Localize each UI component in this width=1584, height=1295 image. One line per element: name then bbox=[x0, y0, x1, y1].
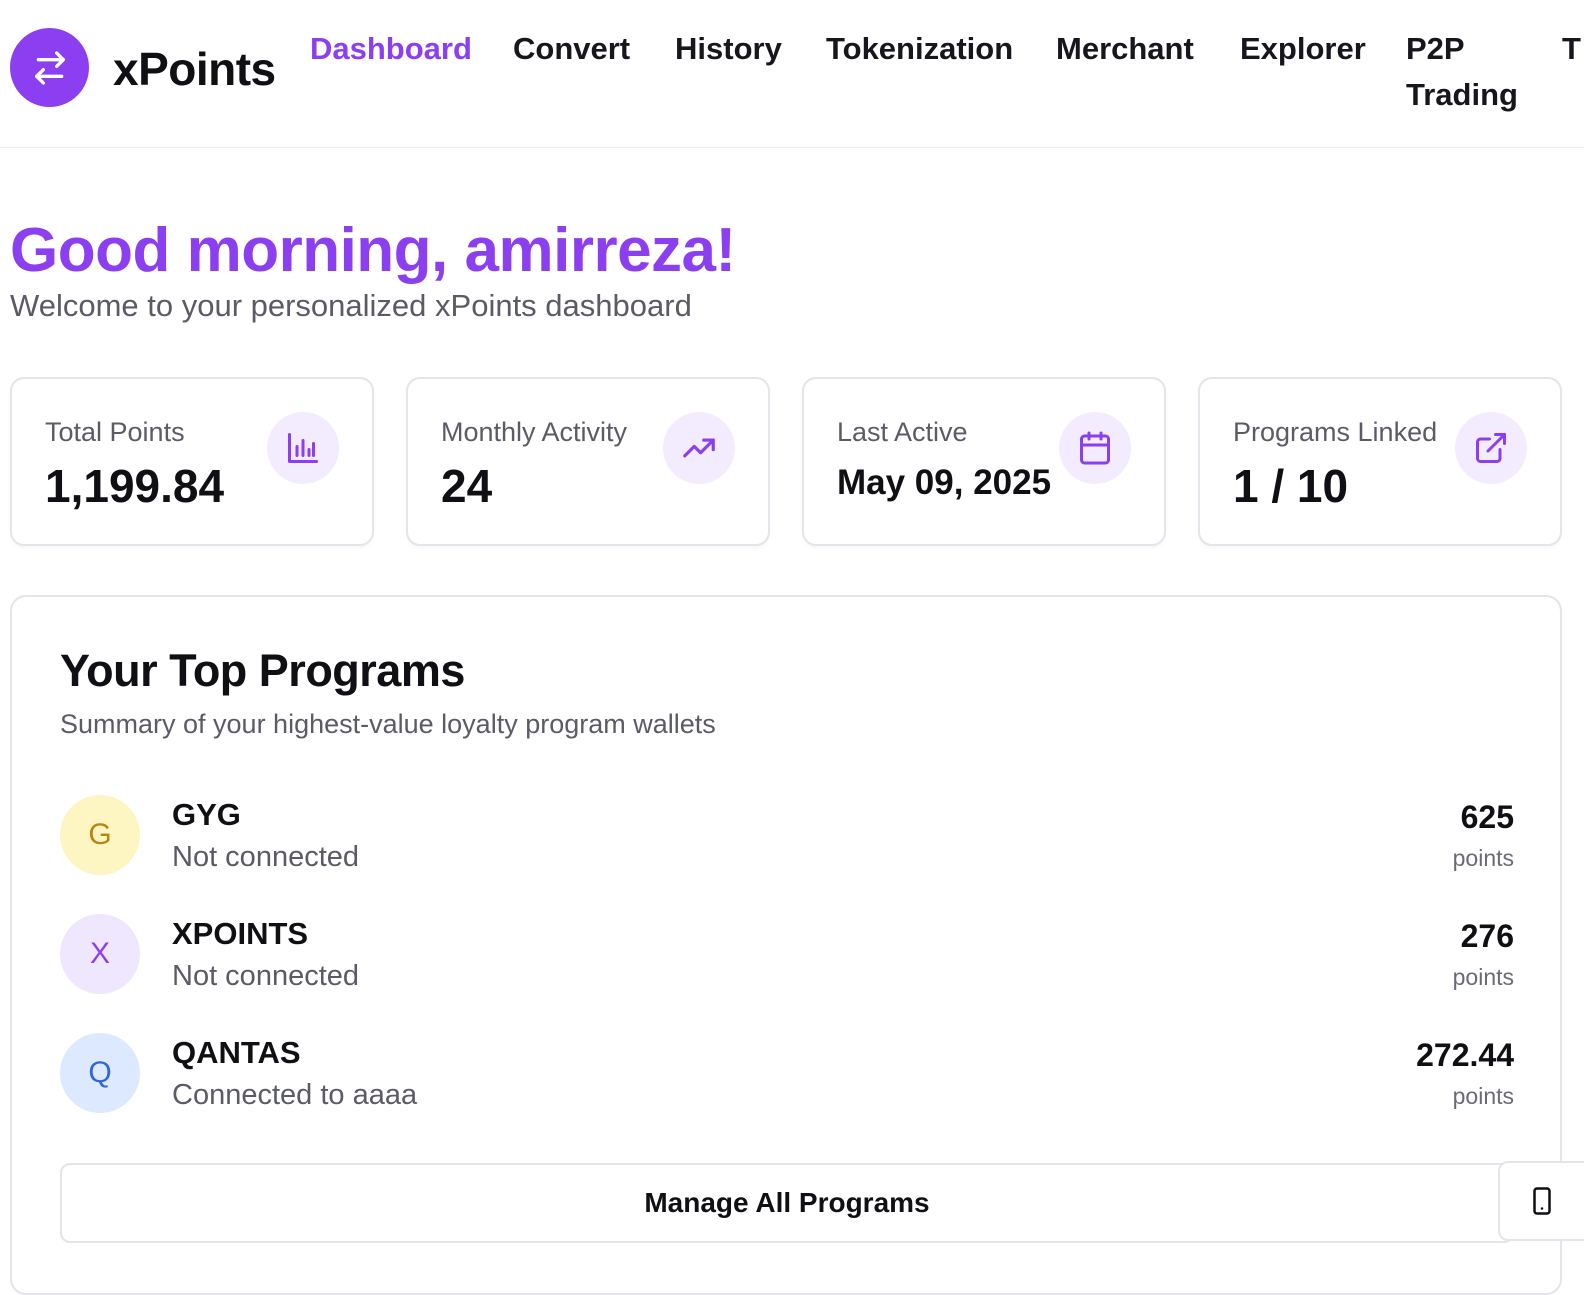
nav-dashboard[interactable]: Dashboard bbox=[310, 26, 472, 72]
nav-explorer[interactable]: Explorer bbox=[1240, 26, 1366, 72]
stat-label: Monthly Activity bbox=[441, 417, 628, 447]
program-status: Connected to aaaa bbox=[172, 1079, 418, 1111]
greeting-subtitle: Welcome to your personalized xPoints das… bbox=[10, 288, 692, 323]
program-status: Not connected bbox=[172, 960, 360, 992]
top-header: xPoints Dashboard Convert History Tokeni… bbox=[0, 0, 1584, 148]
trending-up-icon bbox=[663, 412, 735, 484]
stat-card-monthly-activity: Monthly Activity 24 bbox=[406, 377, 770, 546]
nav-overflow-item[interactable]: T bbox=[1562, 26, 1584, 72]
program-points-unit: points bbox=[1452, 964, 1514, 990]
brand-name[interactable]: xPoints bbox=[113, 42, 276, 96]
logo-swap-arrows-icon[interactable] bbox=[10, 28, 89, 107]
nav-convert[interactable]: Convert bbox=[513, 26, 630, 72]
manage-all-programs-button[interactable]: Manage All Programs bbox=[60, 1163, 1514, 1243]
nav-history[interactable]: History bbox=[675, 26, 782, 72]
stat-card-programs-linked: Programs Linked 1 / 10 bbox=[1198, 377, 1562, 546]
stat-value: 1,199.84 bbox=[45, 460, 225, 512]
program-name: QANTAS bbox=[172, 1035, 301, 1070]
program-points-unit: points bbox=[1452, 845, 1514, 871]
program-points-unit: points bbox=[1452, 1083, 1514, 1109]
stat-card-total-points: Total Points 1,199.84 bbox=[10, 377, 374, 546]
nav-p2p-trading[interactable]: P2P Trading bbox=[1406, 26, 1536, 118]
program-name: XPOINTS bbox=[172, 916, 309, 951]
calendar-icon bbox=[1059, 412, 1131, 484]
stat-label: Programs Linked bbox=[1233, 417, 1438, 447]
panel-title: Your Top Programs bbox=[60, 645, 465, 696]
stat-value: 24 bbox=[441, 460, 493, 512]
program-avatar: G bbox=[60, 795, 140, 875]
bar-chart-icon bbox=[267, 412, 339, 484]
program-avatar: Q bbox=[60, 1033, 140, 1113]
program-points: 625 bbox=[1460, 799, 1514, 835]
nav-tokenization[interactable]: Tokenization bbox=[826, 26, 1013, 72]
external-link-icon[interactable] bbox=[1455, 412, 1527, 484]
program-row-xpoints[interactable]: X XPOINTS Not connected 276 points bbox=[60, 914, 1514, 994]
stat-label: Last Active bbox=[837, 417, 968, 447]
program-avatar: X bbox=[60, 914, 140, 994]
program-status: Not connected bbox=[172, 841, 360, 873]
smartphone-icon[interactable] bbox=[1498, 1161, 1584, 1241]
top-programs-panel: Your Top Programs Summary of your highes… bbox=[10, 595, 1562, 1295]
greeting-title: Good morning, amirreza! bbox=[10, 216, 736, 285]
stat-label: Total Points bbox=[45, 417, 185, 447]
program-row-qantas[interactable]: Q QANTAS Connected to aaaa 272.44 points bbox=[60, 1033, 1514, 1113]
nav-merchant[interactable]: Merchant bbox=[1056, 26, 1194, 72]
program-row-gyg[interactable]: G GYG Not connected 625 points bbox=[60, 795, 1514, 875]
stat-value: May 09, 2025 bbox=[837, 463, 1052, 502]
program-points: 272.44 bbox=[1416, 1037, 1514, 1073]
stat-card-last-active: Last Active May 09, 2025 bbox=[802, 377, 1166, 546]
program-name: GYG bbox=[172, 797, 241, 832]
stat-value: 1 / 10 bbox=[1233, 460, 1349, 512]
program-points: 276 bbox=[1460, 918, 1514, 954]
panel-subtitle: Summary of your highest-value loyalty pr… bbox=[60, 709, 716, 739]
